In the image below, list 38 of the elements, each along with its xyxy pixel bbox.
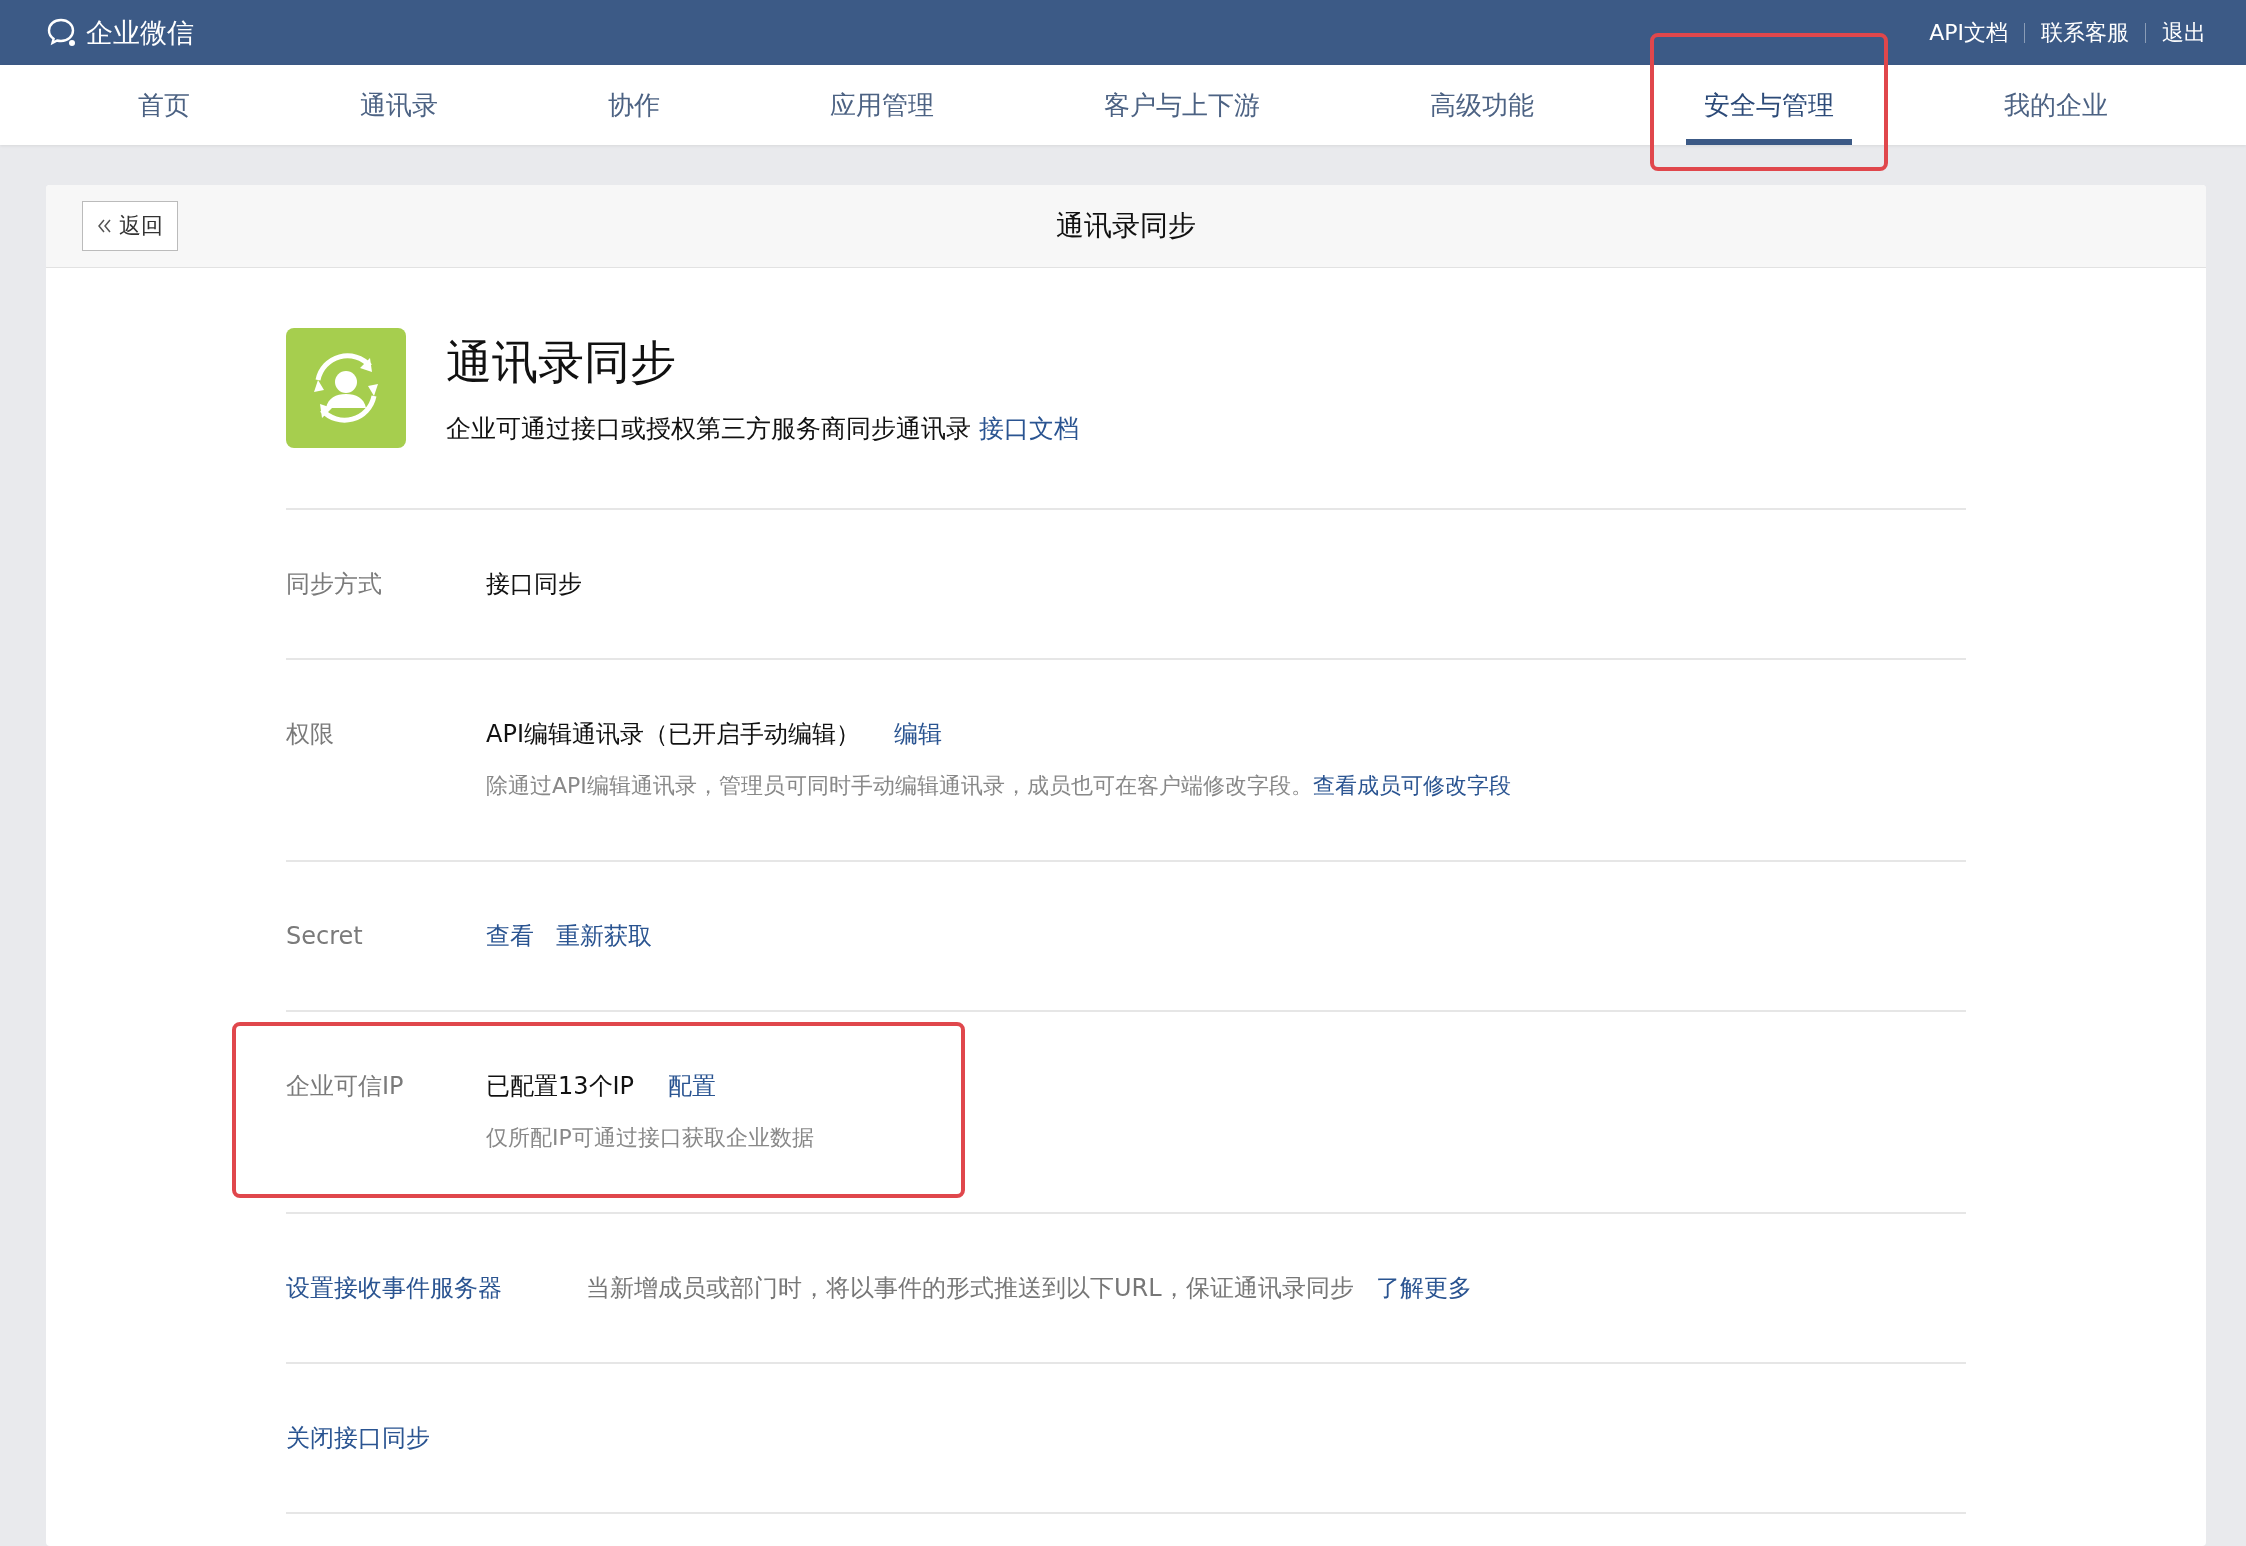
nav-tab[interactable]: 我的企业	[1986, 65, 2126, 145]
row-link[interactable]: 重新获取	[556, 918, 652, 954]
nav-tab[interactable]: 协作	[590, 65, 678, 145]
row-link[interactable]: 查看	[486, 918, 534, 954]
chat-bubble-logo-icon	[46, 16, 78, 49]
top-link[interactable]: 退出	[2162, 17, 2206, 48]
row-value: 已配置13个IP	[486, 1071, 635, 1102]
row-link[interactable]: 关闭接口同步	[286, 1420, 686, 1456]
double-chevron-left-icon	[97, 219, 113, 233]
row-value: 接口同步	[486, 569, 582, 600]
app-description: 企业可通过接口或授权第三方服务商同步通讯录 接口文档	[446, 413, 1079, 445]
row-description: 当新增成员或部门时，将以事件的形式推送到以下URL，保证通讯录同步	[586, 1273, 1354, 1304]
page-title: 通讯录同步	[1056, 208, 1196, 244]
nav-tab[interactable]: 安全与管理	[1686, 65, 1852, 145]
row-link[interactable]: 设置接收事件服务器	[286, 1270, 586, 1306]
nav-tab[interactable]: 高级功能	[1412, 65, 1552, 145]
top-link[interactable]: 联系客服	[2041, 17, 2129, 48]
row-value: API编辑通讯录（已开启手动编辑）	[486, 719, 860, 750]
contact-sync-app-icon	[286, 328, 406, 448]
row-note: 除通过API编辑通讯录，管理员可同时手动编辑通讯录，成员也可在客户端修改字段。查看成员可修改字段	[486, 772, 1511, 800]
app-title: 通讯录同步	[446, 334, 677, 391]
note-link[interactable]: 查看成员可修改字段	[1312, 773, 1511, 798]
docs-link[interactable]: 接口文档	[978, 414, 1079, 443]
nav-tab[interactable]: 应用管理	[812, 65, 952, 145]
brand-name: 企业微信	[86, 15, 194, 50]
top-link[interactable]: API文档	[1929, 17, 2008, 48]
row-label: 同步方式	[286, 569, 383, 600]
nav-tab[interactable]: 客户与上下游	[1086, 65, 1278, 145]
row-label: 权限	[286, 719, 335, 750]
row-label: Secret	[286, 921, 364, 952]
nav-tab[interactable]: 通讯录	[342, 65, 456, 145]
row-link[interactable]: 配置	[668, 1068, 717, 1104]
row-note: 仅所配IP可通过接口获取企业数据	[486, 1124, 814, 1152]
row-link[interactable]: 了解更多	[1375, 1270, 1472, 1306]
nav-tab[interactable]: 首页	[120, 65, 208, 145]
row-label: 企业可信IP	[286, 1071, 405, 1102]
back-button[interactable]: 返回	[82, 201, 178, 251]
row-link[interactable]: 编辑	[893, 716, 942, 752]
